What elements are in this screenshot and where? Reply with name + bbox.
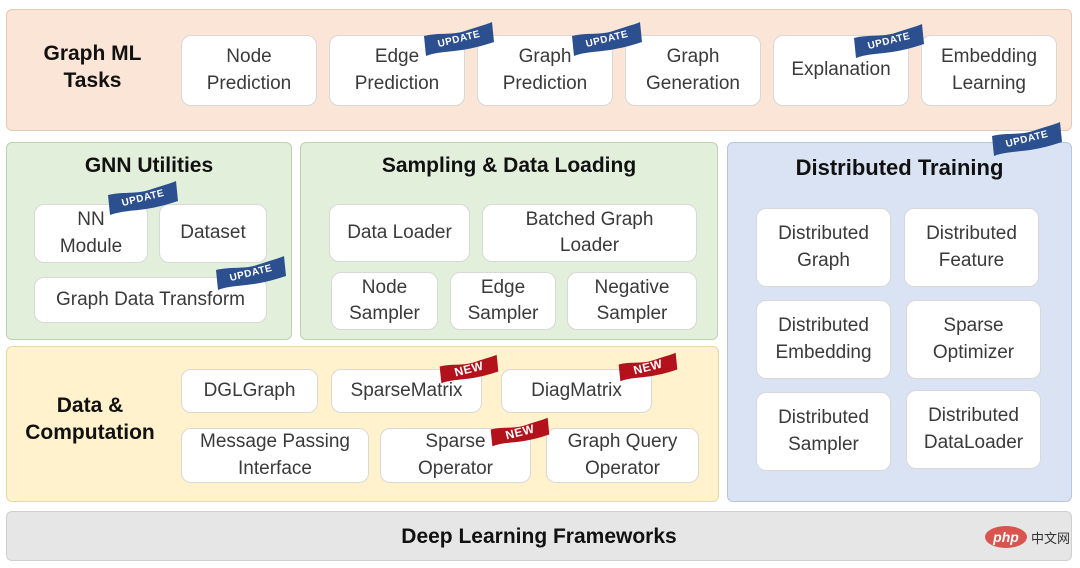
dist-feature[interactable]: Distributed Feature: [904, 208, 1039, 287]
task-embedding-learning[interactable]: Embedding Learning: [921, 35, 1057, 106]
update-badge-explanation: UPDATE: [852, 24, 926, 58]
update-badge-edge-prediction: UPDATE: [422, 22, 496, 56]
new-badge-sparse-operator: NEW: [489, 415, 551, 449]
sampling-title: Sampling & Data Loading: [381, 154, 637, 177]
dist-embedding[interactable]: Distributed Embedding: [756, 300, 891, 379]
dist-sampler[interactable]: Distributed Sampler: [756, 392, 891, 471]
data-dglgraph[interactable]: DGLGraph: [181, 369, 318, 413]
task-node-prediction[interactable]: Node Prediction: [181, 35, 317, 106]
update-badge-graph-prediction: UPDATE: [570, 22, 644, 56]
data-graph-query-operator[interactable]: Graph Query Operator: [546, 428, 699, 483]
sampling-edge-sampler[interactable]: Edge Sampler: [450, 272, 556, 330]
distributed-training-title: Distributed Training: [795, 155, 1004, 180]
dist-sparse-optimizer[interactable]: Sparse Optimizer: [906, 300, 1041, 379]
graph-ml-tasks-title: Graph ML Tasks: [43, 42, 142, 93]
watermark-text: 中文网: [1030, 530, 1070, 546]
update-badge-graph-data-transform: UPDATE: [214, 256, 288, 290]
new-badge-sparsematrix: NEW: [438, 352, 500, 386]
php-logo-icon: php: [984, 526, 1027, 548]
dist-dataloader[interactable]: Distributed DataLoader: [906, 390, 1041, 469]
watermark: php 中文网: [984, 526, 1070, 548]
sampling-data-loader[interactable]: Data Loader: [329, 204, 470, 262]
gnn-utilities-title: GNN Utilities: [84, 154, 214, 177]
sampling-batched-graph-loader[interactable]: Batched Graph Loader: [482, 204, 697, 262]
data-message-passing-interface[interactable]: Message Passing Interface: [181, 428, 369, 483]
update-badge-nn-module: UPDATE: [106, 181, 180, 215]
sampling-negative-sampler[interactable]: Negative Sampler: [567, 272, 697, 330]
sampling-node-sampler[interactable]: Node Sampler: [331, 272, 438, 330]
data-computation-title: Data & Computation: [25, 394, 155, 445]
update-badge-distributed-training: UPDATE: [990, 122, 1064, 156]
deep-learning-frameworks-title: Deep Learning Frameworks: [401, 525, 677, 548]
dist-graph[interactable]: Distributed Graph: [756, 208, 891, 287]
new-badge-diagmatrix: NEW: [617, 350, 679, 384]
